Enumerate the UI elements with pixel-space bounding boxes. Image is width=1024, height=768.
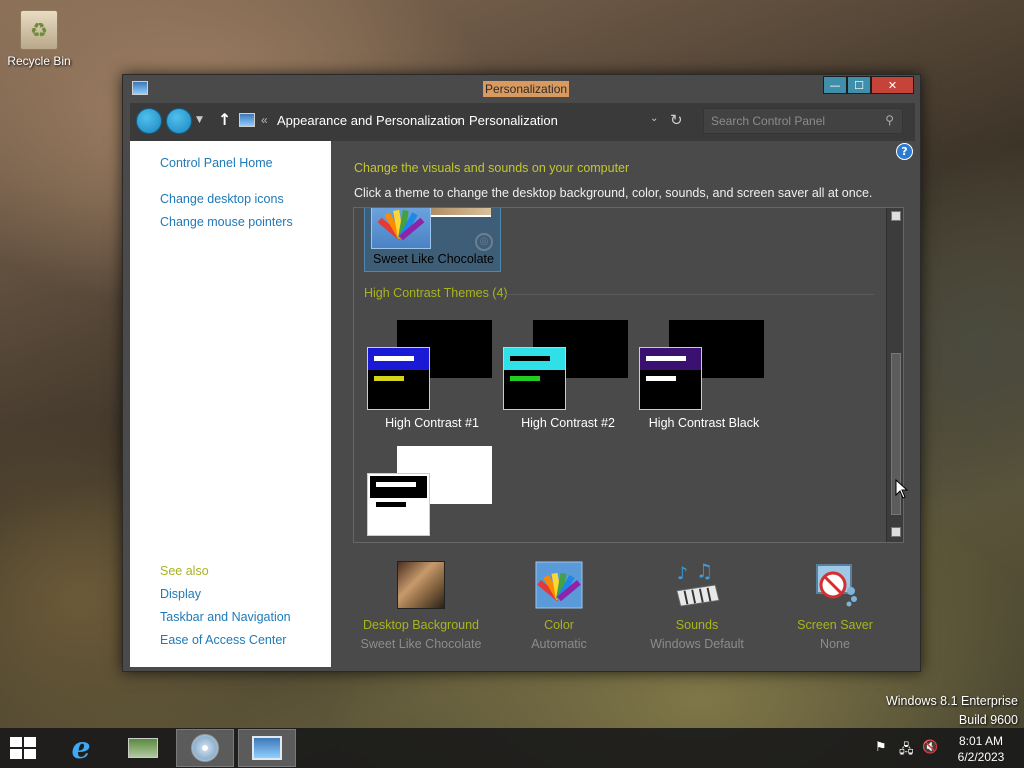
recycle-bin-icon: ♻ bbox=[20, 10, 58, 50]
setting-label[interactable]: Color bbox=[489, 618, 629, 632]
section-divider bbox=[504, 294, 874, 295]
see-also-heading: See also bbox=[160, 564, 209, 578]
setting-value: Windows Default bbox=[650, 637, 744, 651]
system-clock[interactable]: 8:01 AM 6/2/2023 bbox=[942, 733, 1020, 765]
control-panel-icon bbox=[239, 113, 255, 127]
theme-window-thumbnail bbox=[367, 473, 430, 536]
display-link[interactable]: Display bbox=[160, 587, 201, 601]
window-title: Personalization bbox=[483, 81, 570, 97]
theme-window-thumbnail bbox=[367, 347, 430, 410]
clock-date: 6/2/2023 bbox=[957, 750, 1005, 764]
disc-icon bbox=[191, 734, 219, 762]
up-arrow-icon[interactable]: ↑ bbox=[218, 110, 231, 129]
theme-sweet-like-chocolate[interactable]: ◎ Sweet Like Chocolate bbox=[364, 208, 501, 272]
theme-color-swatch bbox=[371, 208, 431, 249]
recycle-bin[interactable]: ♻ Recycle Bin bbox=[6, 10, 72, 68]
theme-high-contrast-white[interactable] bbox=[362, 446, 502, 536]
change-desktop-icons-link[interactable]: Change desktop icons bbox=[160, 192, 284, 206]
scroll-down-button[interactable] bbox=[891, 527, 901, 537]
forward-button[interactable] bbox=[166, 108, 192, 134]
control-panel-taskbar-button[interactable] bbox=[238, 729, 296, 767]
theme-background-thumbnail bbox=[431, 208, 491, 217]
maximize-button[interactable]: ☐ bbox=[847, 76, 871, 94]
volume-muted-icon[interactable]: 🔇 bbox=[922, 740, 938, 755]
left-pane: Control Panel Home Change desktop icons … bbox=[130, 141, 331, 667]
sound-theme-icon: ◎ bbox=[475, 233, 493, 251]
page-heading: Change the visuals and sounds on your co… bbox=[354, 161, 630, 175]
address-dropdown-icon[interactable]: ⌄ bbox=[650, 113, 658, 124]
action-center-flag-icon[interactable]: ⚑ bbox=[875, 740, 887, 755]
setting-label[interactable]: Desktop Background bbox=[351, 618, 491, 632]
breadcrumb-personalization[interactable]: Personalization bbox=[469, 113, 558, 128]
taskbar: e ⚑ 🖧 🔇 8:01 AM 6/2/2023 bbox=[0, 728, 1024, 768]
theme-window-thumbnail bbox=[503, 347, 566, 410]
desktop-background-icon bbox=[397, 561, 445, 609]
theme-name: High Contrast #2 bbox=[521, 416, 615, 430]
search-icon[interactable]: ⚲ bbox=[885, 113, 894, 127]
theme-high-contrast-2[interactable]: High Contrast #2 bbox=[498, 320, 638, 430]
control-panel-icon bbox=[132, 81, 148, 95]
close-button[interactable]: ✕ bbox=[871, 76, 914, 94]
setting-label[interactable]: Sounds bbox=[627, 618, 767, 632]
svg-text:♫: ♫ bbox=[696, 561, 713, 582]
breadcrumb-separator-icon: › bbox=[456, 113, 460, 127]
overflow-chevron-icon[interactable]: « bbox=[261, 113, 268, 127]
file-explorer-taskbar-button[interactable] bbox=[114, 729, 172, 767]
breadcrumb-appearance[interactable]: Appearance and Personalization bbox=[277, 113, 465, 128]
change-mouse-pointers-link[interactable]: Change mouse pointers bbox=[160, 215, 293, 229]
theme-name: Sweet Like Chocolate bbox=[373, 252, 494, 266]
setting-value: None bbox=[820, 637, 850, 651]
network-icon[interactable]: 🖧 bbox=[899, 740, 914, 762]
scroll-up-button[interactable] bbox=[891, 211, 901, 221]
minimize-button[interactable]: — bbox=[823, 76, 847, 94]
windows-logo-icon bbox=[10, 737, 22, 747]
color-icon bbox=[535, 561, 583, 609]
theme-name: High Contrast Black bbox=[648, 416, 760, 430]
desktop-background-setting[interactable]: Desktop Background Sweet Like Chocolate bbox=[351, 561, 491, 651]
internet-explorer-taskbar-button[interactable]: e bbox=[52, 729, 110, 767]
theme-name: High Contrast #1 bbox=[385, 416, 479, 430]
taskbar-navigation-link[interactable]: Taskbar and Navigation bbox=[160, 610, 291, 624]
media-taskbar-button[interactable] bbox=[176, 729, 234, 767]
back-button[interactable] bbox=[136, 108, 162, 134]
screen-saver-setting[interactable]: Screen Saver None bbox=[765, 561, 905, 651]
start-button[interactable] bbox=[10, 737, 38, 761]
screen-saver-icon bbox=[811, 561, 859, 609]
setting-value: Automatic bbox=[531, 637, 587, 651]
internet-explorer-icon: e bbox=[71, 730, 91, 766]
edition-text: Windows 8.1 Enterprise bbox=[885, 694, 1018, 708]
themes-list: ◎ Sweet Like Chocolate High Contrast The… bbox=[353, 207, 904, 543]
mouse-cursor-icon bbox=[895, 479, 909, 499]
recent-pages-dropdown-icon[interactable]: ▼ bbox=[196, 115, 203, 125]
sounds-setting[interactable]: ♪ ♫ Sounds Windows Default bbox=[627, 561, 767, 651]
title-bar[interactable]: Personalization — ☐ ✕ bbox=[123, 75, 920, 101]
navigation-bar: ▼ ↑ « Appearance and Personalization › P… bbox=[130, 103, 915, 141]
color-setting[interactable]: Color Automatic bbox=[489, 561, 629, 651]
theme-high-contrast-1[interactable]: High Contrast #1 bbox=[362, 320, 502, 430]
refresh-icon[interactable]: ↻ bbox=[670, 111, 683, 129]
sounds-icon: ♪ ♫ bbox=[673, 561, 721, 609]
search-placeholder: Search Control Panel bbox=[711, 114, 826, 128]
search-input[interactable]: Search Control Panel ⚲ bbox=[703, 108, 903, 134]
windows-watermark: Windows 8.1 Enterprise Build 9600 bbox=[886, 692, 1018, 730]
clock-time: 8:01 AM bbox=[958, 734, 1004, 748]
recycle-bin-label: Recycle Bin bbox=[7, 54, 71, 68]
theme-window-thumbnail bbox=[639, 347, 702, 410]
page-subheading: Click a theme to change the desktop back… bbox=[354, 186, 873, 200]
setting-value: Sweet Like Chocolate bbox=[360, 637, 482, 651]
help-icon[interactable]: ? bbox=[896, 143, 913, 160]
theme-high-contrast-black[interactable]: High Contrast Black bbox=[634, 320, 774, 430]
control-panel-home-link[interactable]: Control Panel Home bbox=[160, 156, 273, 170]
ease-of-access-link[interactable]: Ease of Access Center bbox=[160, 633, 286, 647]
personalization-window: Personalization — ☐ ✕ ▼ ↑ « Appearance a… bbox=[122, 74, 921, 672]
high-contrast-section-label: High Contrast Themes (4) bbox=[364, 286, 508, 300]
main-pane: ? Change the visuals and sounds on your … bbox=[331, 141, 915, 667]
svg-text:♪: ♪ bbox=[677, 564, 688, 584]
setting-label[interactable]: Screen Saver bbox=[765, 618, 905, 632]
address-bar[interactable]: « Appearance and Personalization › Perso… bbox=[234, 108, 686, 134]
file-explorer-icon bbox=[128, 738, 158, 758]
control-panel-icon bbox=[252, 736, 282, 760]
